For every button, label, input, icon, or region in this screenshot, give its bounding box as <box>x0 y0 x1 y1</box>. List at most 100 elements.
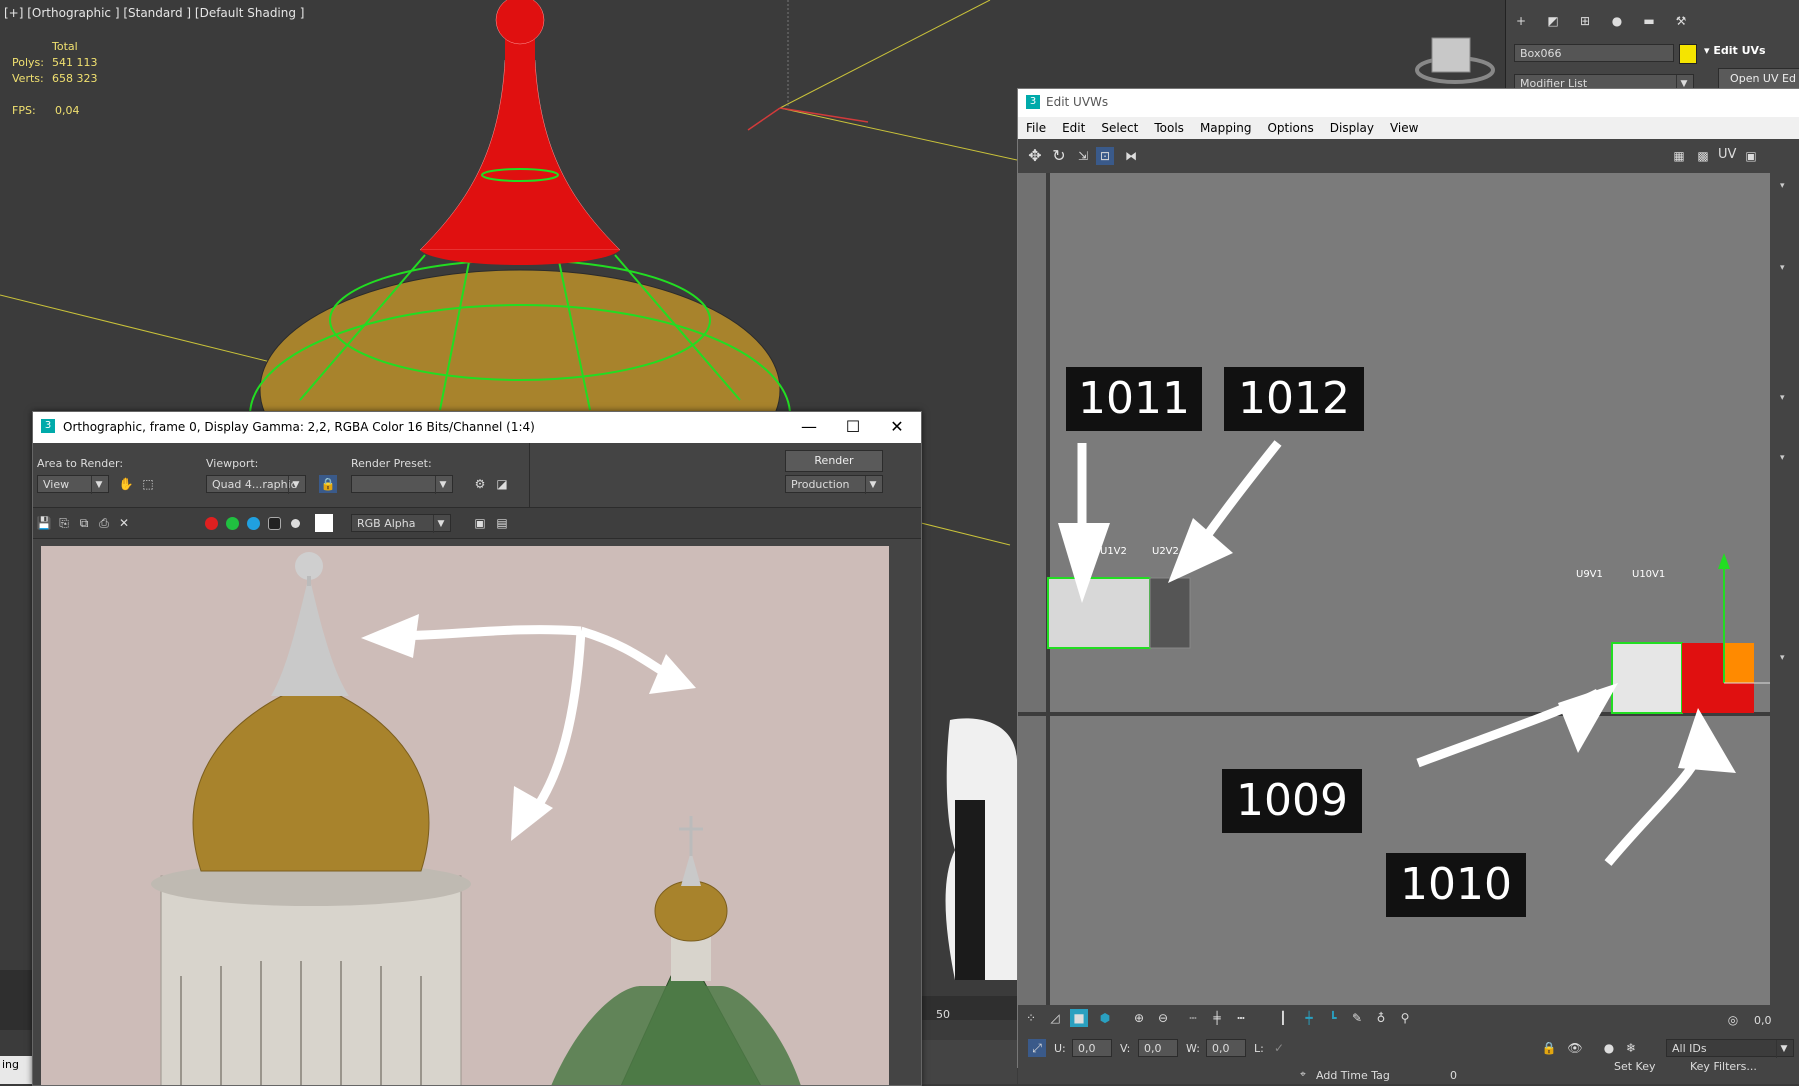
save-image-icon[interactable]: 💾 <box>35 514 53 532</box>
red-channel-toggle[interactable] <box>205 517 218 530</box>
open-uv-editor-button[interactable]: Open UV Ed <box>1718 68 1799 90</box>
rotate-icon[interactable]: ↻ <box>1050 147 1068 165</box>
color-swatch[interactable] <box>315 514 333 532</box>
peel-icon[interactable]: ⚲ <box>1396 1009 1414 1027</box>
menu-options[interactable]: Options <box>1259 117 1321 139</box>
isolate-icon[interactable]: ● <box>1600 1039 1618 1057</box>
menu-display[interactable]: Display <box>1322 117 1382 139</box>
transform-mode-icon[interactable]: ⤢ <box>1028 1039 1046 1057</box>
view-cube[interactable] <box>1432 38 1470 72</box>
menu-tools[interactable]: Tools <box>1146 117 1192 139</box>
close-button[interactable]: ✕ <box>877 416 917 438</box>
viewport-label[interactable]: [+] [Orthographic ] [Standard ] [Default… <box>4 6 305 20</box>
snap-icon[interactable]: ┗ <box>1324 1009 1342 1027</box>
loop-icon[interactable]: ┄ <box>1184 1009 1202 1027</box>
render-button[interactable]: Render <box>785 450 883 472</box>
pin-icon[interactable]: ┿ <box>1300 1009 1318 1027</box>
freeform-icon[interactable]: ⊡ <box>1096 147 1114 165</box>
clear-icon[interactable]: ✕ <box>115 514 133 532</box>
green-channel-toggle[interactable] <box>226 517 239 530</box>
production-value: Production <box>791 478 850 491</box>
rollout-toggle-icon[interactable]: ▾ <box>1780 653 1785 663</box>
paint-icon[interactable]: ✎ <box>1348 1009 1366 1027</box>
toggle-overlay-icon[interactable]: ▤ <box>493 514 511 532</box>
key-value[interactable]: 0 <box>1450 1069 1457 1082</box>
print-icon[interactable]: ⎙ <box>95 514 113 532</box>
lock-checkbox-icon[interactable]: ✓ <box>1270 1039 1288 1057</box>
visibility-icon[interactable]: 👁 <box>1566 1039 1584 1057</box>
object-name-field[interactable]: Box066 <box>1514 44 1674 62</box>
align-icon[interactable]: ┃ <box>1274 1009 1292 1027</box>
add-time-tag-button[interactable]: Add Time Tag <box>1316 1069 1390 1082</box>
grow-select-icon[interactable]: ⊕ <box>1130 1009 1148 1027</box>
menu-select[interactable]: Select <box>1093 117 1146 139</box>
set-key-button[interactable]: Set Key <box>1614 1060 1656 1073</box>
clone-frame-icon[interactable]: ⧉ <box>75 514 93 532</box>
v-field[interactable]: 0,0 <box>1138 1039 1178 1057</box>
udim-callout-1009: 1009 <box>1222 769 1362 833</box>
rollout-toggle-icon[interactable]: ▾ <box>1780 263 1785 273</box>
freeze-icon[interactable]: ❄ <box>1622 1039 1640 1057</box>
uv-canvas[interactable]: 1011 1012 1009 1010 U1V2 U2V2 U9V1 U10V1 <box>1018 173 1770 1005</box>
element-select-icon[interactable]: ⬢ <box>1096 1009 1114 1027</box>
utilities-icon[interactable]: ⚒ <box>1672 12 1690 30</box>
rollout-toggle-icon[interactable]: ▾ <box>1780 453 1785 463</box>
toggle-ui-icon[interactable]: ▣ <box>471 514 489 532</box>
edge-select-icon[interactable]: ◿ <box>1046 1009 1064 1027</box>
motion-icon[interactable]: ● <box>1608 12 1626 30</box>
chevron-down-icon: ▼ <box>435 476 450 494</box>
ring-shrink-icon[interactable]: ┅ <box>1232 1009 1250 1027</box>
blue-channel-toggle[interactable] <box>247 517 260 530</box>
menu-file[interactable]: File <box>1018 117 1054 139</box>
modify-icon[interactable]: ◩ <box>1544 12 1562 30</box>
menu-mapping[interactable]: Mapping <box>1192 117 1260 139</box>
material-ids-dropdown[interactable]: All IDs ▼ <box>1666 1039 1794 1058</box>
create-icon[interactable]: + <box>1512 12 1530 30</box>
menu-view[interactable]: View <box>1382 117 1426 139</box>
udim-callout-1012: 1012 <box>1224 367 1364 431</box>
scale-icon[interactable]: ⇲ <box>1074 147 1092 165</box>
face-select-icon[interactable]: ■ <box>1070 1009 1088 1027</box>
viewport-dropdown[interactable]: Quad 4...raphic ▼ <box>206 475 306 494</box>
relax-icon[interactable]: ♁ <box>1372 1009 1390 1027</box>
auto-region-icon[interactable]: ⬚ <box>139 475 157 493</box>
menu-edit[interactable]: Edit <box>1054 117 1093 139</box>
ring-icon[interactable]: ╪ <box>1208 1009 1226 1027</box>
alpha-channel-toggle[interactable] <box>268 517 281 530</box>
shrink-select-icon[interactable]: ⊖ <box>1154 1009 1172 1027</box>
move-icon[interactable]: ✥ <box>1026 147 1044 165</box>
lock-icon[interactable]: 🔒 <box>1540 1039 1558 1057</box>
maximize-button[interactable]: ☐ <box>833 416 873 438</box>
copy-image-icon[interactable]: ⎘ <box>55 514 73 532</box>
minimize-button[interactable]: — <box>789 416 829 438</box>
w-field[interactable]: 0,0 <box>1206 1039 1246 1057</box>
spinner-icon[interactable]: ◎ <box>1724 1011 1742 1029</box>
spinner-value[interactable]: 0,0 <box>1754 1014 1772 1027</box>
lock-icon[interactable]: 🔒 <box>319 475 337 493</box>
environment-icon[interactable]: ◪ <box>493 475 511 493</box>
area-to-render-dropdown[interactable]: View ▼ <box>37 475 109 494</box>
object-color-swatch[interactable] <box>1679 44 1697 64</box>
display-channel-dropdown[interactable]: RGB Alpha ▼ <box>351 514 451 533</box>
edit-uvs-rollout-title[interactable]: ▾ Edit UVs <box>1704 44 1766 57</box>
checker-icon[interactable]: ▦ <box>1670 147 1688 165</box>
rollout-toggle-icon[interactable]: ▾ <box>1780 393 1785 403</box>
mirror-icon[interactable]: ⧓ <box>1122 147 1140 165</box>
rollout-toggle-icon[interactable]: ▾ <box>1780 181 1785 191</box>
render-preset-dropdown[interactable]: ▼ <box>351 475 453 494</box>
time-tag-icon[interactable]: ⌖ <box>1294 1066 1312 1084</box>
key-filters-button[interactable]: Key Filters... <box>1690 1060 1757 1073</box>
hierarchy-icon[interactable]: ⊞ <box>1576 12 1594 30</box>
vertex-select-icon[interactable]: ⁘ <box>1022 1009 1040 1027</box>
app-icon: 3 <box>41 419 55 433</box>
production-dropdown[interactable]: Production ▼ <box>785 475 883 494</box>
edit-region-icon[interactable]: ✋ <box>117 475 135 493</box>
u-field[interactable]: 0,0 <box>1072 1039 1112 1057</box>
uv-label[interactable]: UV <box>1718 147 1736 162</box>
edit-uvws-window: 3 Edit UVWs File Edit Select Tools Mapping Op… <box>1017 88 1799 1068</box>
checker-alt-icon[interactable]: ▩ <box>1694 147 1712 165</box>
monochrome-toggle[interactable] <box>291 519 300 528</box>
render-setup-icon[interactable]: ⚙ <box>471 475 489 493</box>
display-icon[interactable]: ▬ <box>1640 12 1658 30</box>
texture-icon[interactable]: ▣ <box>1742 147 1760 165</box>
